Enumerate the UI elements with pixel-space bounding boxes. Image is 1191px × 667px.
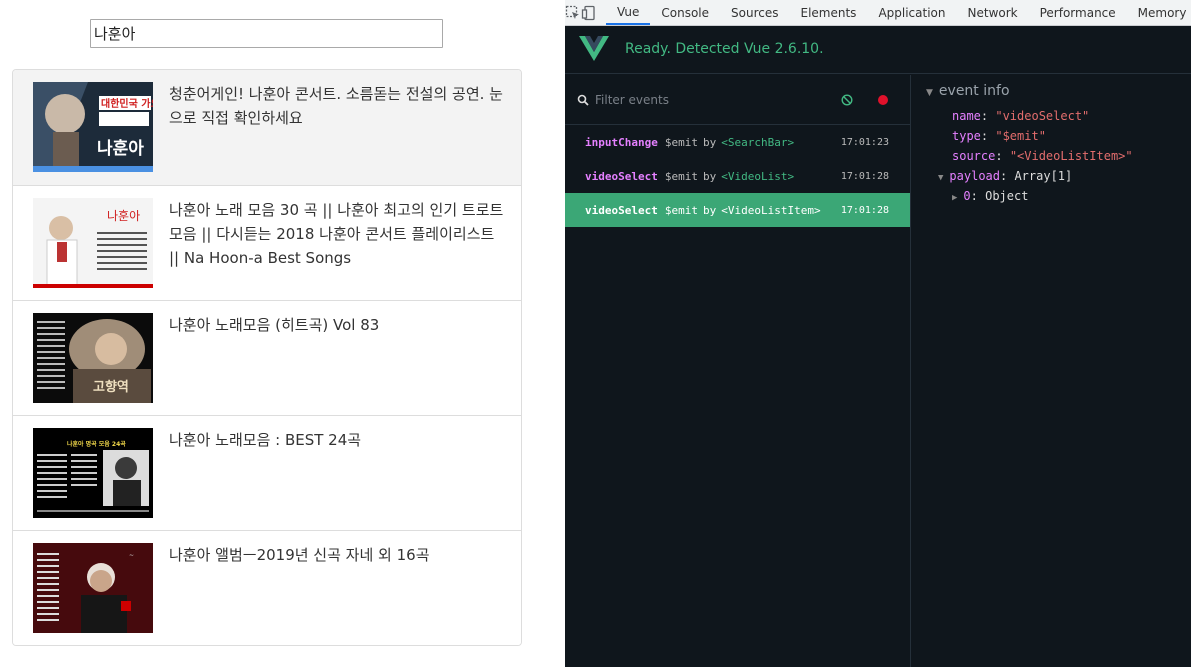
record-icon[interactable] xyxy=(878,95,888,105)
event-info-pane: ▼ event info name: "videoSelect" type: "$… xyxy=(912,75,1191,667)
info-payload-row[interactable]: ▼ payload: Array[1] xyxy=(938,169,1072,183)
tab-vue[interactable]: Vue xyxy=(606,0,651,25)
video-title[interactable]: 청춘어게인! 나훈아 콘서트. 소름돋는 전설의 공연. 눈으로 직접 확인하세… xyxy=(169,82,504,130)
info-key: source xyxy=(952,149,996,163)
event-source: <SearchBar> xyxy=(721,135,795,149)
info-key: name xyxy=(952,109,981,123)
info-value: "videoSelect" xyxy=(995,109,1090,123)
thumbnail-image: 나훈아 명곡 모음 24곡 xyxy=(33,428,153,518)
svg-text:~: ~ xyxy=(129,552,134,559)
thumb-title-text: 나훈아 xyxy=(97,138,144,159)
event-by: by xyxy=(702,135,717,149)
event-name: videoSelect xyxy=(585,203,658,217)
video-thumbnail[interactable]: 고향역 xyxy=(33,313,153,403)
vue-status-text: Ready. Detected Vue 2.6.10. xyxy=(625,41,824,57)
video-thumbnail[interactable]: 대한민국 가요계 황제 나훈아 xyxy=(33,82,153,172)
event-type: $emit xyxy=(664,135,698,149)
thumb-title-text: 고향역 xyxy=(93,379,129,395)
search-input[interactable] xyxy=(90,19,443,48)
info-value: "$emit" xyxy=(995,129,1046,143)
video-list-item[interactable]: 대한민국 가요계 황제 나훈아 청춘어게인! 나훈아 콘서트. 소름돋는 전설의… xyxy=(13,70,521,185)
video-list-item[interactable]: 고향역 나훈아 노래모음 (히트곡) Vol 83 xyxy=(13,300,521,415)
tab-sources[interactable]: Sources xyxy=(720,0,789,25)
info-payload-item-row[interactable]: ▶ 0: Object xyxy=(952,189,1028,203)
inspect-element-icon[interactable] xyxy=(565,0,581,25)
thumb-title-text: 나훈아 명곡 모음 24곡 xyxy=(67,440,126,448)
vue-devtools-header: Ready. Detected Vue 2.6.10. xyxy=(565,27,1191,74)
event-info-toggle[interactable]: ▼ event info xyxy=(926,83,1010,99)
info-key: type xyxy=(952,129,981,143)
video-thumbnail[interactable]: 나훈아 xyxy=(33,198,153,288)
event-row[interactable]: inputChange $emit by <SearchBar> 17:01:2… xyxy=(565,125,910,159)
tab-console[interactable]: Console xyxy=(650,0,720,25)
event-type: $emit xyxy=(664,203,698,217)
video-title[interactable]: 나훈아 노래모음 (히트곡) Vol 83 xyxy=(169,313,504,337)
thumbnail-image: 대한민국 가요계 황제 나훈아 xyxy=(33,82,153,172)
event-source: <VideoList> xyxy=(721,169,795,183)
events-pane: inputChange $emit by <SearchBar> 17:01:2… xyxy=(565,75,911,667)
tab-network[interactable]: Network xyxy=(957,0,1029,25)
tab-elements[interactable]: Elements xyxy=(790,0,868,25)
event-row[interactable]: videoSelect $emit by <VideoList> 17:01:2… xyxy=(565,159,910,193)
video-title[interactable]: 나훈아 노래 모음 30 곡 || 나훈아 최고의 인기 트로트 모음 || 다… xyxy=(169,198,504,270)
event-time: 17:01:28 xyxy=(840,204,889,216)
video-thumbnail[interactable]: 나훈아 명곡 모음 24곡 xyxy=(33,428,153,518)
info-key: 0 xyxy=(963,189,971,203)
clear-events-icon[interactable] xyxy=(841,94,853,106)
event-row-selected[interactable]: videoSelect $emit by <VideoListItem> 17:… xyxy=(565,193,910,227)
video-thumbnail[interactable]: ~ xyxy=(33,543,153,633)
video-title[interactable]: 나훈아 노래모음 : BEST 24곡 xyxy=(169,428,504,452)
search-icon xyxy=(577,94,589,106)
info-source-row: source: "<VideoListItem>" xyxy=(952,149,1133,163)
video-list-item[interactable]: 나훈아 나훈아 노래 모음 30 곡 || 나훈아 최고의 인기 트로트 모음 … xyxy=(13,185,521,300)
video-list-item[interactable]: ~ 나훈아 앨범ㅡ2019년 신곡 자네 외 16곡 xyxy=(13,530,521,645)
tab-memory[interactable]: Memory xyxy=(1127,0,1191,25)
event-time: 17:01:23 xyxy=(840,136,889,148)
thumbnail-image: 고향역 xyxy=(33,313,153,403)
video-list: 대한민국 가요계 황제 나훈아 청춘어게인! 나훈아 콘서트. 소름돋는 전설의… xyxy=(12,69,522,646)
expanded-triangle-icon: ▼ xyxy=(926,88,933,98)
event-by: by xyxy=(702,169,717,183)
event-info-heading: event info xyxy=(938,83,1010,99)
event-name: videoSelect xyxy=(585,169,658,183)
thumb-caption-text: 대한민국 가요계 황제 xyxy=(101,97,153,110)
thumb-title-text: 나훈아 xyxy=(107,209,140,223)
event-name: inputChange xyxy=(585,135,658,149)
vue-logo-icon xyxy=(579,36,609,61)
info-value: Array[1] xyxy=(1014,169,1073,183)
collapsed-triangle-icon: ▶ xyxy=(952,193,958,203)
video-list-item[interactable]: 나훈아 명곡 모음 24곡 나훈아 노래모음: BEST 24곡 xyxy=(13,415,521,530)
thumbnail-image: ~ xyxy=(33,543,153,633)
info-type-row: type: "$emit" xyxy=(952,129,1046,143)
video-title[interactable]: 나훈아 앨범ㅡ2019년 신곡 자네 외 16곡 xyxy=(169,543,504,567)
filter-events-input[interactable] xyxy=(595,90,815,110)
tab-application[interactable]: Application xyxy=(867,0,956,25)
event-source: <VideoListItem> xyxy=(721,203,821,217)
info-value: "<VideoListItem>" xyxy=(1009,149,1133,163)
device-toolbar-icon[interactable] xyxy=(581,0,597,25)
devtools-tab-bar: Vue Console Sources Elements Application… xyxy=(565,0,1191,26)
info-key: payload xyxy=(949,169,1000,183)
video-app: 대한민국 가요계 황제 나훈아 청춘어게인! 나훈아 콘서트. 소름돋는 전설의… xyxy=(0,0,565,667)
thumbnail-image: 나훈아 xyxy=(33,198,153,288)
event-time: 17:01:28 xyxy=(840,170,889,182)
event-filter-bar xyxy=(565,75,910,125)
devtools-panel: Vue Console Sources Elements Application… xyxy=(565,0,1191,667)
info-name-row: name: "videoSelect" xyxy=(952,109,1090,123)
info-value: Object xyxy=(985,189,1029,203)
event-by: by xyxy=(702,203,717,217)
expanded-triangle-icon: ▼ xyxy=(938,173,944,183)
tab-performance[interactable]: Performance xyxy=(1029,0,1127,25)
event-type: $emit xyxy=(664,169,698,183)
